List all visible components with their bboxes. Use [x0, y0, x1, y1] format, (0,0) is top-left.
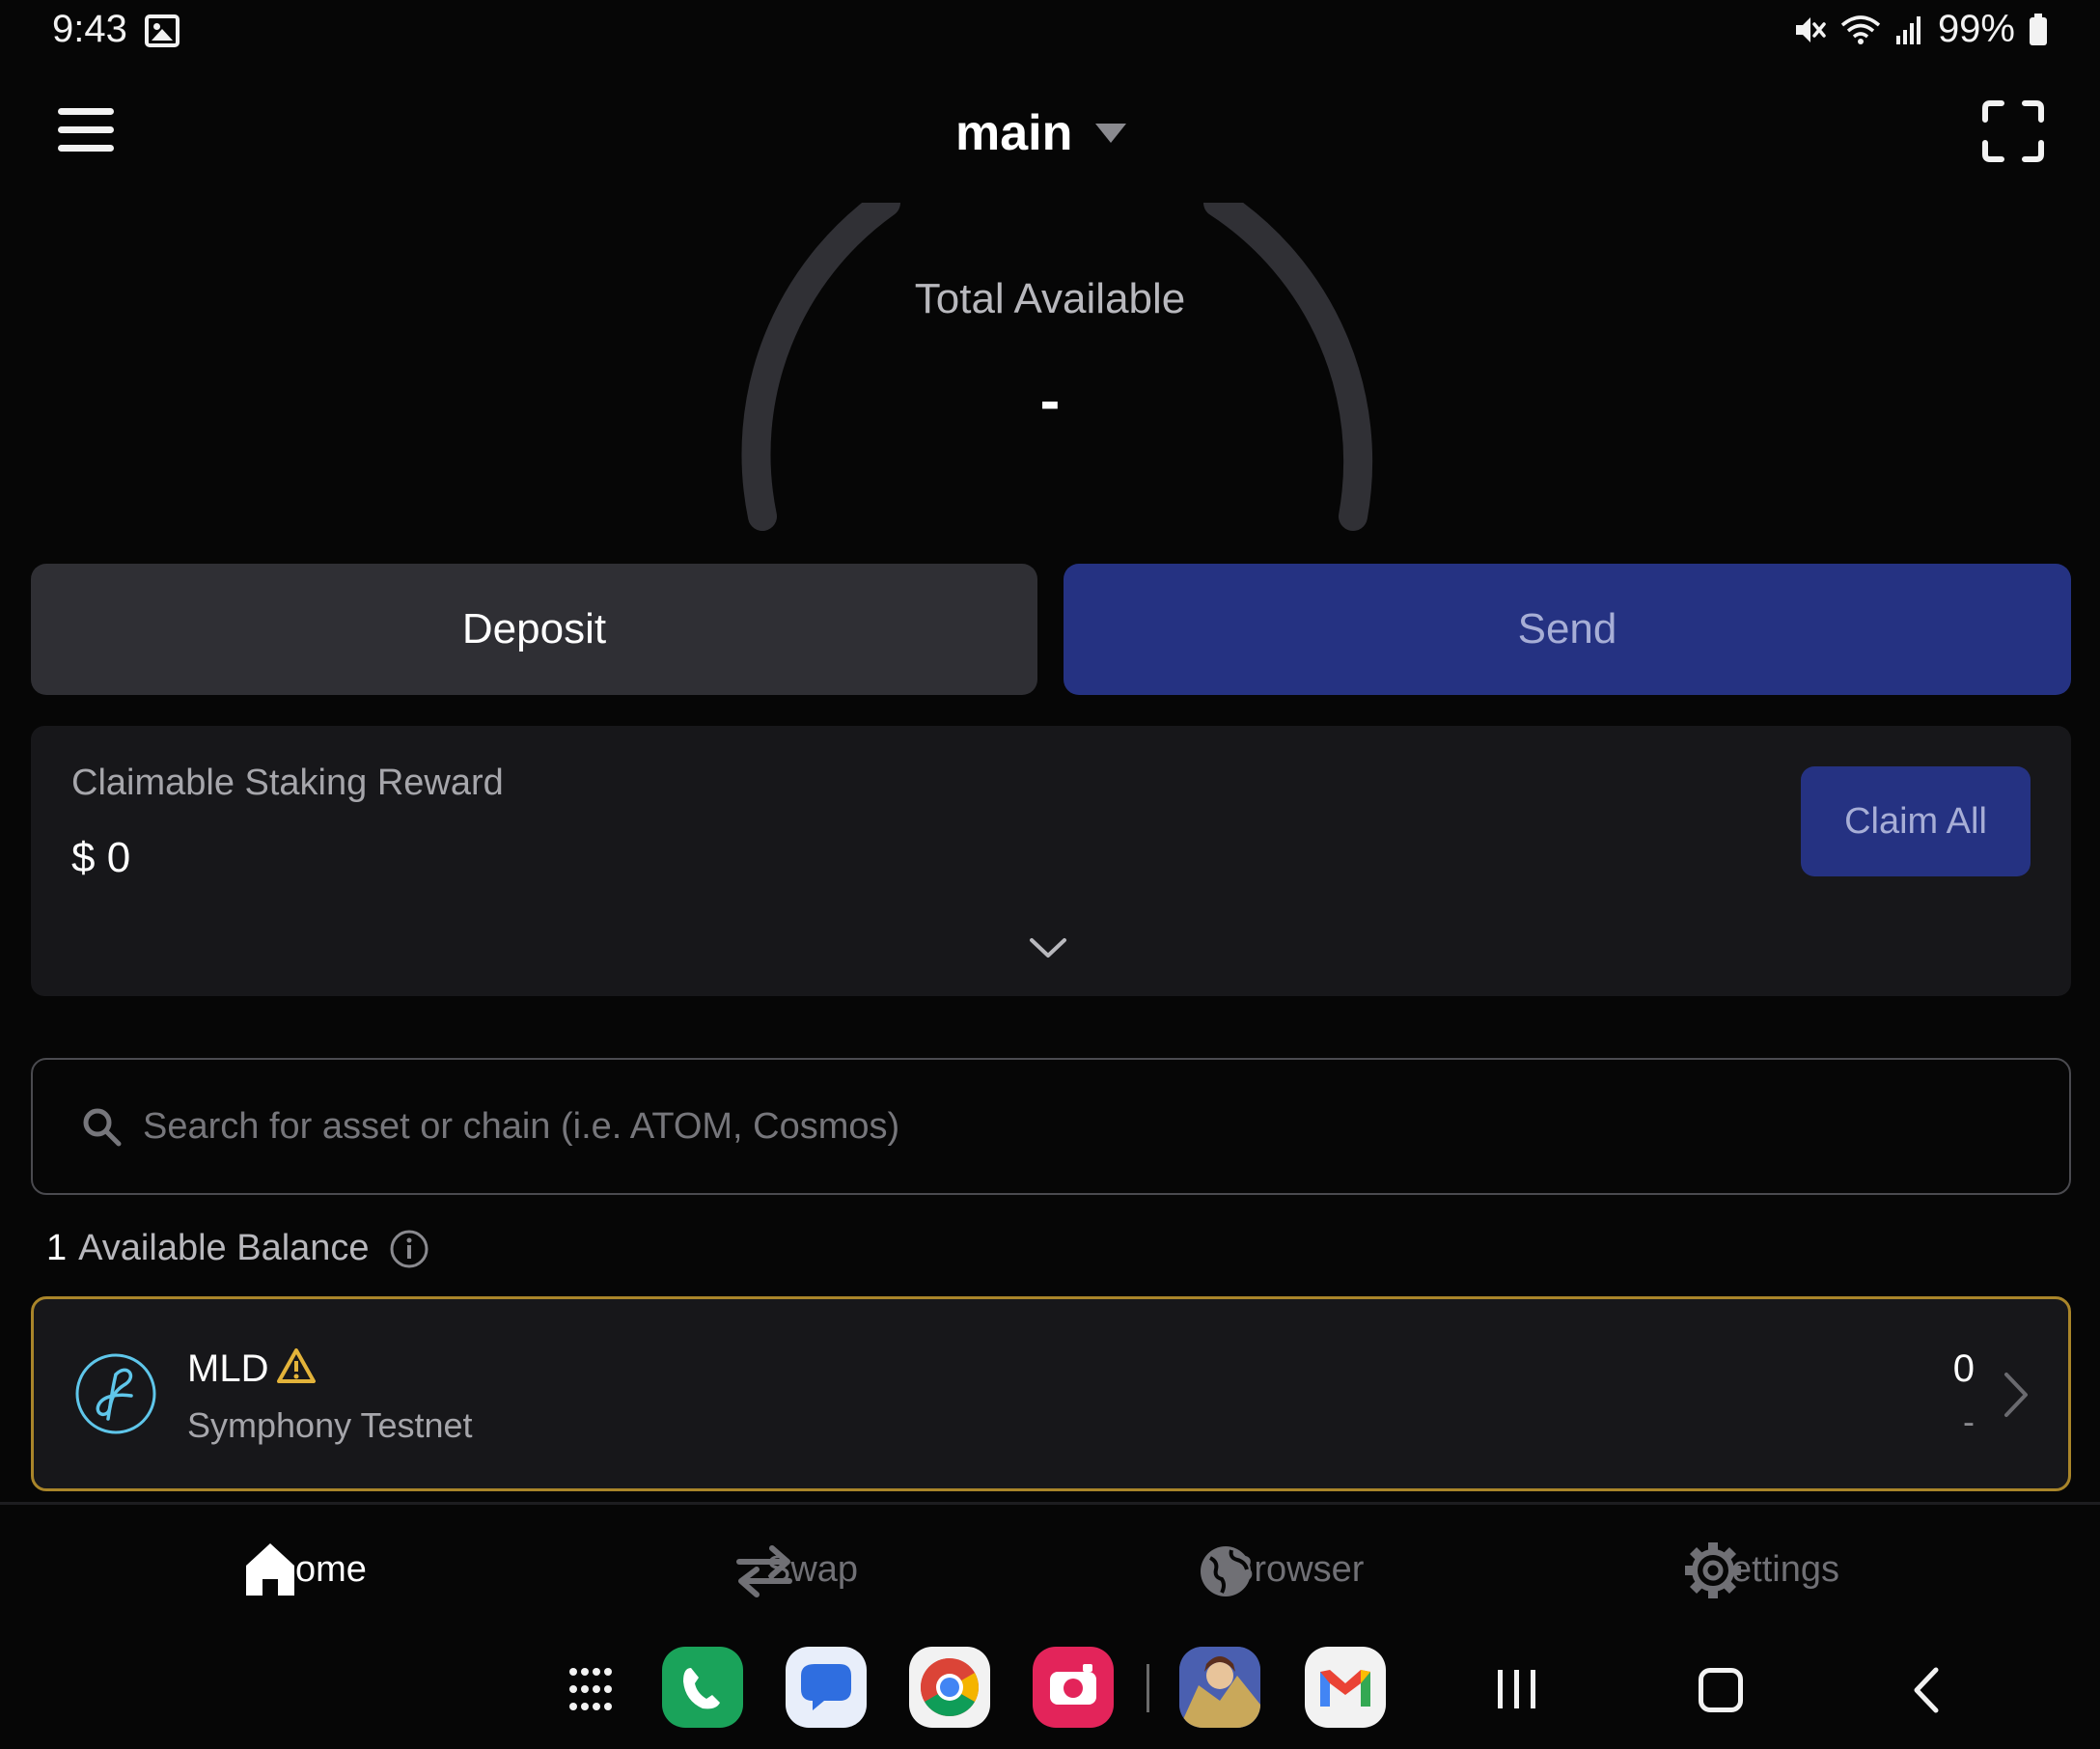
apps-grid-icon[interactable] — [567, 1666, 614, 1712]
status-icons: 99% — [1793, 8, 2048, 51]
asset-row-mld[interactable] — [31, 1296, 2071, 1491]
chevron-right-icon — [2004, 1373, 2028, 1417]
camera-app-icon[interactable] — [1033, 1647, 1114, 1728]
asset-chain: Symphony Testnet — [187, 1405, 473, 1445]
symphony-logo-icon — [75, 1353, 156, 1434]
asset-fiat-value: - — [1963, 1402, 1975, 1441]
deposit-button[interactable]: Deposit — [31, 564, 1037, 695]
search-icon — [83, 1108, 122, 1147]
wifi-icon — [1840, 14, 1881, 44]
phone-app-icon[interactable] — [662, 1647, 743, 1728]
gear-icon — [1685, 1542, 1741, 1598]
warning-icon — [277, 1348, 316, 1383]
info-icon[interactable] — [389, 1229, 429, 1269]
gmail-app-icon[interactable] — [1305, 1647, 1386, 1728]
account-name: main — [955, 105, 1073, 161]
search-box[interactable] — [31, 1058, 2071, 1195]
back-button-icon[interactable] — [1911, 1666, 1942, 1714]
mute-icon — [1795, 16, 1826, 42]
total-available-value: - — [1039, 368, 1061, 434]
asset-symbol: MLD — [187, 1347, 269, 1390]
image-icon — [145, 14, 180, 47]
total-available-label: Total Available — [914, 275, 1186, 322]
caret-down-icon — [1095, 124, 1127, 143]
tab-browser[interactable]: Browser — [1197, 1541, 1364, 1598]
signal-icon — [1895, 15, 1920, 44]
balance-count: 1 — [46, 1228, 68, 1268]
globe-icon — [1201, 1546, 1251, 1596]
chevron-down-icon[interactable] — [1029, 936, 1067, 959]
messages-app-icon[interactable] — [786, 1647, 867, 1728]
balance-label: Available Balance — [78, 1228, 370, 1268]
recents-button-icon[interactable] — [1494, 1668, 1540, 1710]
swap-icon — [736, 1545, 792, 1597]
tab-settings[interactable]: ettings — [1683, 1541, 1839, 1598]
asset-amount: 0 — [1952, 1347, 1975, 1390]
tabbar-divider — [0, 1502, 2100, 1505]
send-button[interactable]: Send — [1064, 564, 2071, 695]
hamburger-menu-icon[interactable] — [58, 108, 116, 153]
home-button-icon[interactable] — [1699, 1668, 1743, 1712]
chrome-app-icon[interactable] — [909, 1647, 990, 1728]
battery-percent: 99% — [1937, 8, 2015, 50]
tab-home[interactable]: ome — [243, 1541, 367, 1598]
dock-separator — [1147, 1664, 1149, 1712]
staking-reward-label: Claimable Staking Reward — [71, 763, 504, 803]
status-time: 9:43 — [52, 8, 127, 50]
account-selector[interactable]: main — [955, 104, 1127, 162]
battery-icon — [2030, 13, 2047, 45]
home-icon — [246, 1543, 294, 1596]
tab-swap[interactable]: Swap — [730, 1541, 858, 1598]
available-balance-header: 1 Available Balance — [46, 1228, 429, 1269]
game-app-icon[interactable] — [1179, 1647, 1260, 1728]
staking-reward-value: $ 0 — [71, 834, 131, 881]
search-input[interactable] — [143, 1105, 1976, 1148]
scan-qr-icon[interactable] — [1982, 100, 2044, 162]
claim-all-button[interactable]: Claim All — [1801, 766, 2031, 876]
